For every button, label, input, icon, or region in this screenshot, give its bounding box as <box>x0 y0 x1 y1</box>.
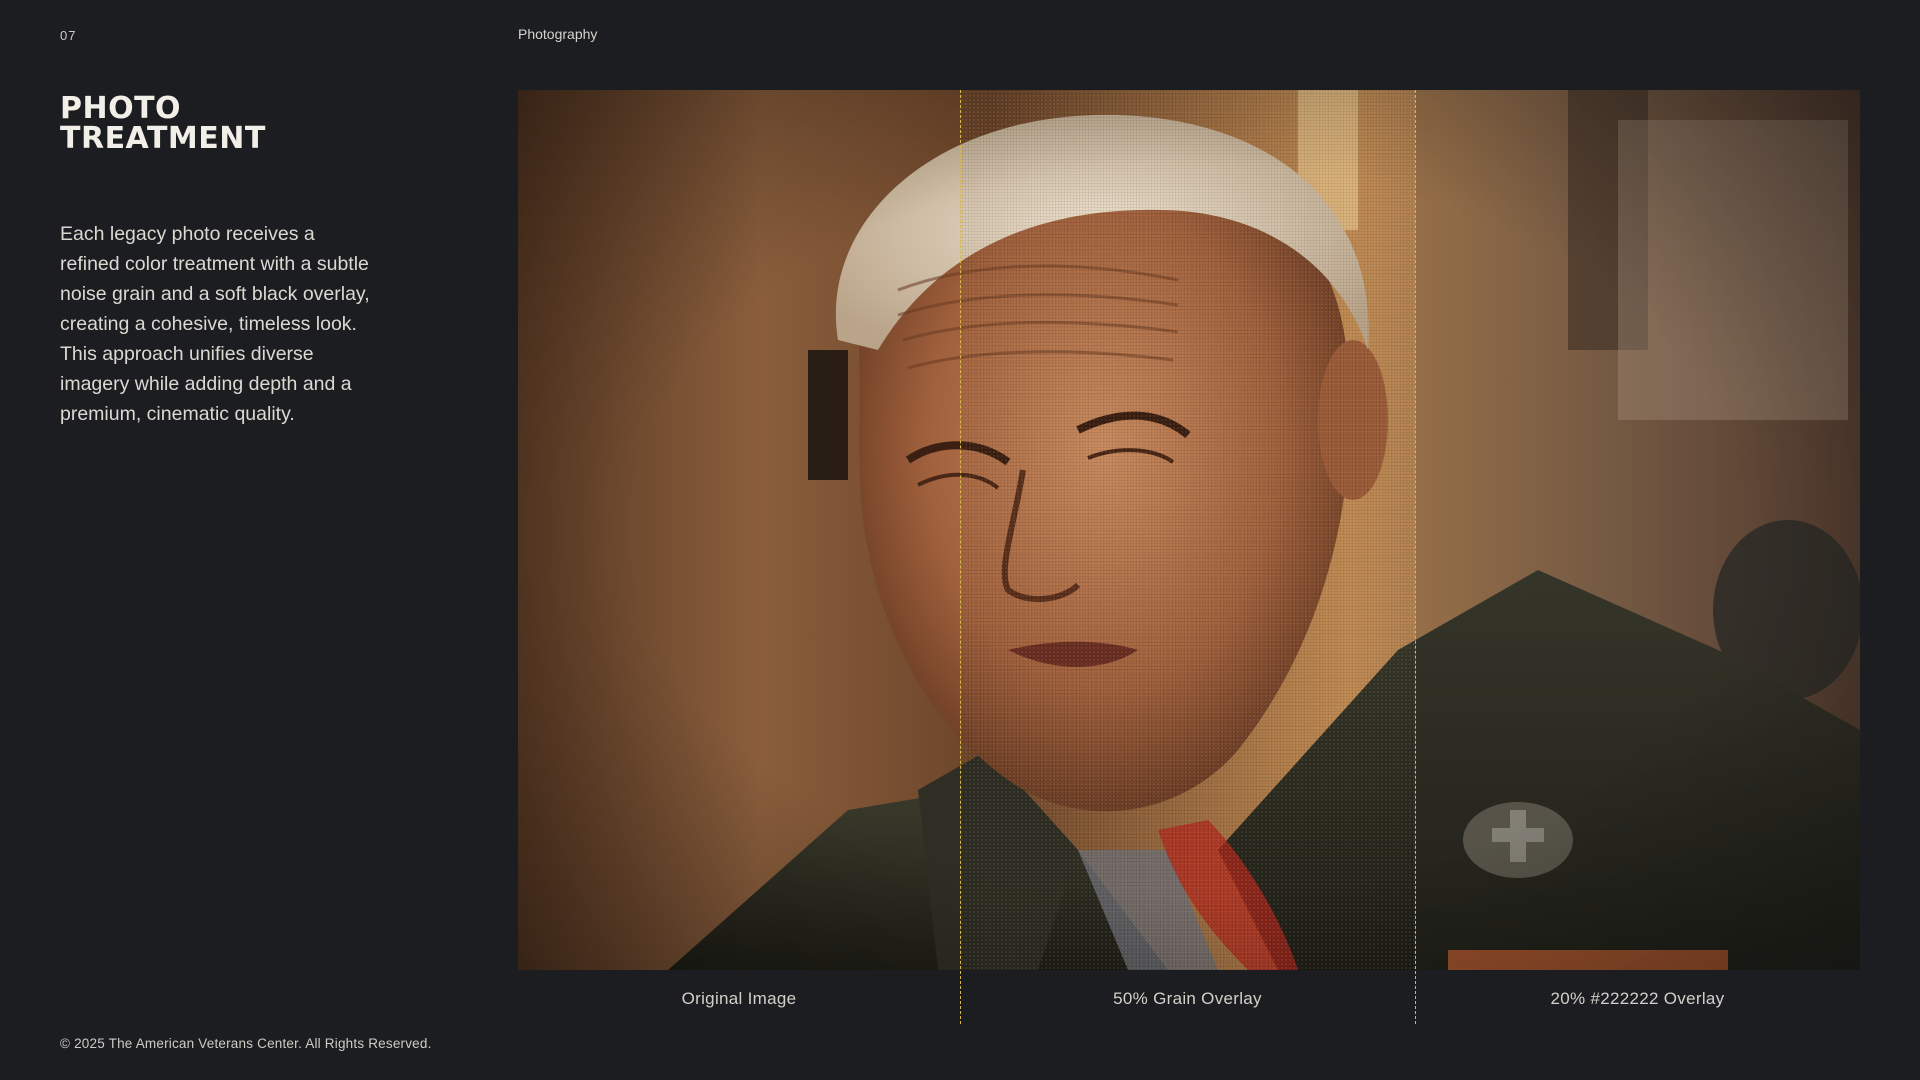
veteran-portrait-photo <box>518 90 1860 970</box>
description-text: Each legacy photo receives a refined col… <box>60 223 370 425</box>
caption-dark-overlay: 20% #222222 Overlay <box>1550 989 1725 1008</box>
dark-overlay-panel <box>1415 90 1860 970</box>
caption-grain-overlay: 50% Grain Overlay <box>1113 989 1262 1008</box>
grain-overlay-panel <box>960 90 1415 970</box>
section-label: Photography <box>518 26 598 42</box>
page-number: 07 <box>60 28 77 43</box>
copyright-footer: © 2025 The American Veterans Center. All… <box>60 1036 432 1051</box>
panel-divider-left <box>960 90 961 1024</box>
caption-original-image: Original Image <box>681 989 797 1008</box>
original-image-panel <box>518 90 960 970</box>
panel-divider-right <box>1415 90 1416 1024</box>
page-title: PHOTO TREATMENT <box>60 91 266 156</box>
